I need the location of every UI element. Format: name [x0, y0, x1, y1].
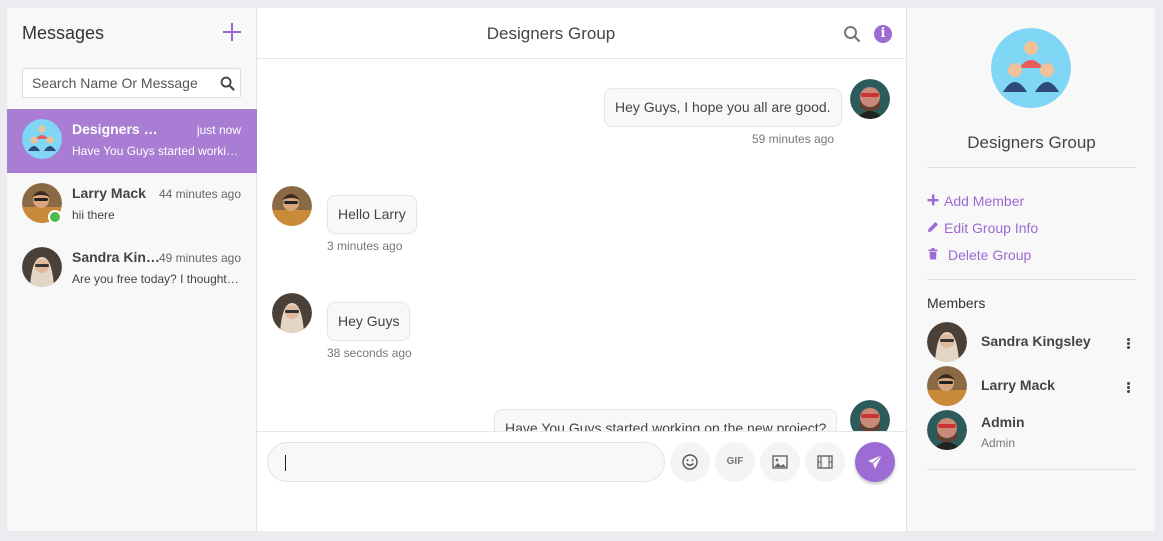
messenger-app: Messages Desi — [7, 8, 1155, 531]
more-options-icon[interactable] — [1125, 336, 1133, 350]
online-status-indicator — [48, 210, 62, 224]
conversation-preview: Are you free today? I thought we could m… — [72, 272, 242, 286]
message-bubble: Hey Guys — [327, 302, 411, 341]
emoji-button[interactable] — [670, 442, 710, 482]
image-button[interactable] — [760, 442, 800, 482]
message-bubble: Hello Larry — [327, 195, 417, 234]
sidebar-header: Messages — [7, 8, 257, 59]
smiley-icon — [682, 454, 698, 470]
message-time: 38 seconds ago — [327, 346, 412, 360]
conversation-time: 49 minutes ago — [158, 251, 241, 265]
conversation-preview: Have You Guys started working on the new… — [72, 144, 242, 158]
pencil-icon — [928, 222, 938, 232]
message-composer: GIF — [257, 431, 906, 531]
paper-plane-icon — [868, 454, 883, 469]
member-item[interactable]: Admin Admin — [927, 410, 1136, 454]
message-list[interactable]: Hey Guys, I hope you all are good. 59 mi… — [257, 60, 906, 431]
message-input[interactable] — [267, 442, 665, 482]
gif-button[interactable]: GIF — [715, 442, 755, 482]
conversation-name: Designers Group — [72, 121, 162, 137]
search-input[interactable] — [32, 75, 212, 91]
conversation-time: 44 minutes ago — [158, 187, 241, 201]
member-name: Admin — [981, 414, 1025, 430]
conversation-item-sandra-kingsley[interactable]: Sandra Kingsley 49 minutes ago Are you f… — [7, 237, 257, 301]
group-avatar — [22, 119, 62, 159]
search-box — [22, 68, 241, 98]
image-icon — [772, 455, 788, 469]
conversation-time: just now — [196, 123, 241, 137]
sidebar-title: Messages — [22, 23, 105, 43]
member-item[interactable]: Sandra Kingsley — [927, 322, 1136, 366]
search-icon[interactable] — [843, 25, 861, 43]
conversation-name: Larry Mack — [72, 185, 146, 201]
message-avatar — [272, 186, 312, 226]
more-options-icon[interactable] — [1125, 380, 1133, 394]
new-conversation-plus-icon[interactable] — [221, 21, 243, 43]
info-icon[interactable]: i — [874, 25, 892, 43]
group-info-panel: Designers Group Add Member Edit Group In… — [906, 8, 1155, 531]
video-icon — [817, 455, 833, 469]
send-button[interactable] — [855, 442, 895, 482]
group-avatar — [991, 28, 1071, 108]
conversation-item-designers-group[interactable]: Designers Group just now Have You Guys s… — [7, 109, 257, 173]
member-name: Larry Mack — [981, 377, 1055, 393]
gif-icon: GIF — [726, 456, 744, 467]
plus-icon — [927, 194, 939, 206]
delete-group-label: Delete Group — [948, 247, 1032, 263]
divider — [927, 279, 1136, 280]
message-avatar — [272, 293, 312, 333]
chat-header: Designers Group i — [257, 8, 906, 59]
message-bubble: Hey Guys, I hope you all are good. — [604, 88, 842, 127]
conversation-name: Sandra Kingsley — [72, 249, 162, 265]
add-member-label: Add Member — [944, 193, 1025, 209]
avatar — [927, 410, 967, 450]
conversation-item-larry-mack[interactable]: Larry Mack 44 minutes ago hii there — [7, 173, 257, 237]
message-time: 59 minutes ago — [752, 132, 835, 146]
group-name: Designers Group — [967, 133, 1096, 152]
video-button[interactable] — [805, 442, 845, 482]
avatar — [22, 247, 62, 287]
trash-icon — [928, 248, 938, 260]
message-time: 3 minutes ago — [327, 239, 403, 253]
text-cursor — [285, 455, 286, 471]
members-heading: Members — [927, 295, 986, 311]
message-avatar — [850, 400, 890, 431]
chat-panel: Designers Group i Hey Guys, I hope you a… — [257, 8, 906, 531]
member-item[interactable]: Larry Mack — [927, 366, 1136, 410]
member-role: Admin — [981, 436, 1016, 450]
avatar — [927, 322, 967, 362]
member-name: Sandra Kingsley — [981, 333, 1091, 349]
avatar — [927, 366, 967, 406]
search-icon[interactable] — [220, 76, 235, 91]
message-bubble: Have You Guys started working on the new… — [494, 409, 838, 431]
divider — [927, 469, 1136, 470]
edit-group-info-label: Edit Group Info — [944, 220, 1039, 236]
divider — [927, 167, 1136, 168]
conversation-preview: hii there — [72, 208, 115, 222]
conversations-sidebar: Messages Desi — [7, 8, 257, 531]
message-avatar — [850, 79, 890, 119]
chat-title: Designers Group — [486, 24, 616, 43]
